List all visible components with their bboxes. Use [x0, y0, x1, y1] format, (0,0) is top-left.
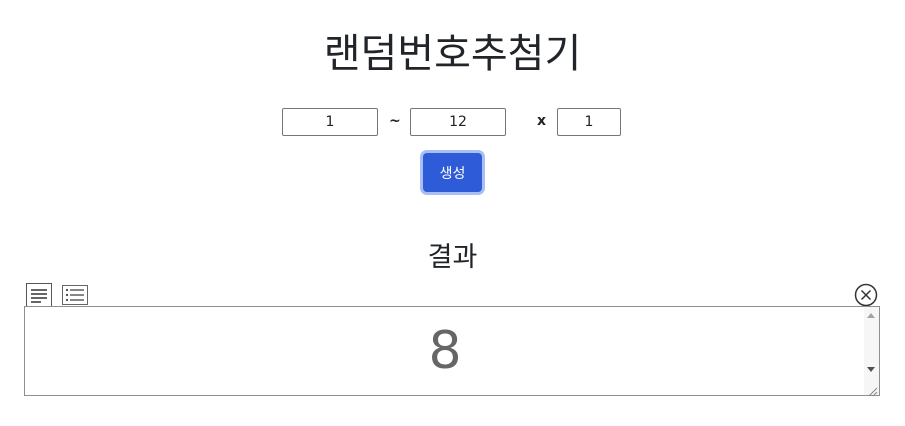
range-separator: ~	[389, 113, 401, 129]
min-number-input[interactable]	[282, 108, 378, 136]
close-circle-icon[interactable]	[854, 283, 878, 307]
range-row: ~ x	[0, 108, 905, 138]
list-view-icon[interactable]	[61, 283, 88, 307]
result-textarea[interactable]: 8	[24, 306, 880, 397]
scroll-up-icon[interactable]	[867, 313, 875, 318]
result-value: 8	[428, 321, 462, 381]
generate-button[interactable]: 생성	[423, 153, 482, 192]
count-input[interactable]	[557, 108, 621, 136]
page: 랜덤번호추첨기 ~ x 생성 결과	[0, 0, 905, 426]
scroll-down-icon[interactable]	[867, 367, 875, 372]
times-label: x	[537, 113, 547, 129]
page-title: 랜덤번호추첨기	[323, 31, 582, 77]
result-heading: 결과	[427, 242, 478, 273]
text-view-icon[interactable]	[26, 283, 52, 308]
max-number-input[interactable]	[410, 108, 506, 136]
resize-grip-icon[interactable]	[866, 382, 878, 397]
